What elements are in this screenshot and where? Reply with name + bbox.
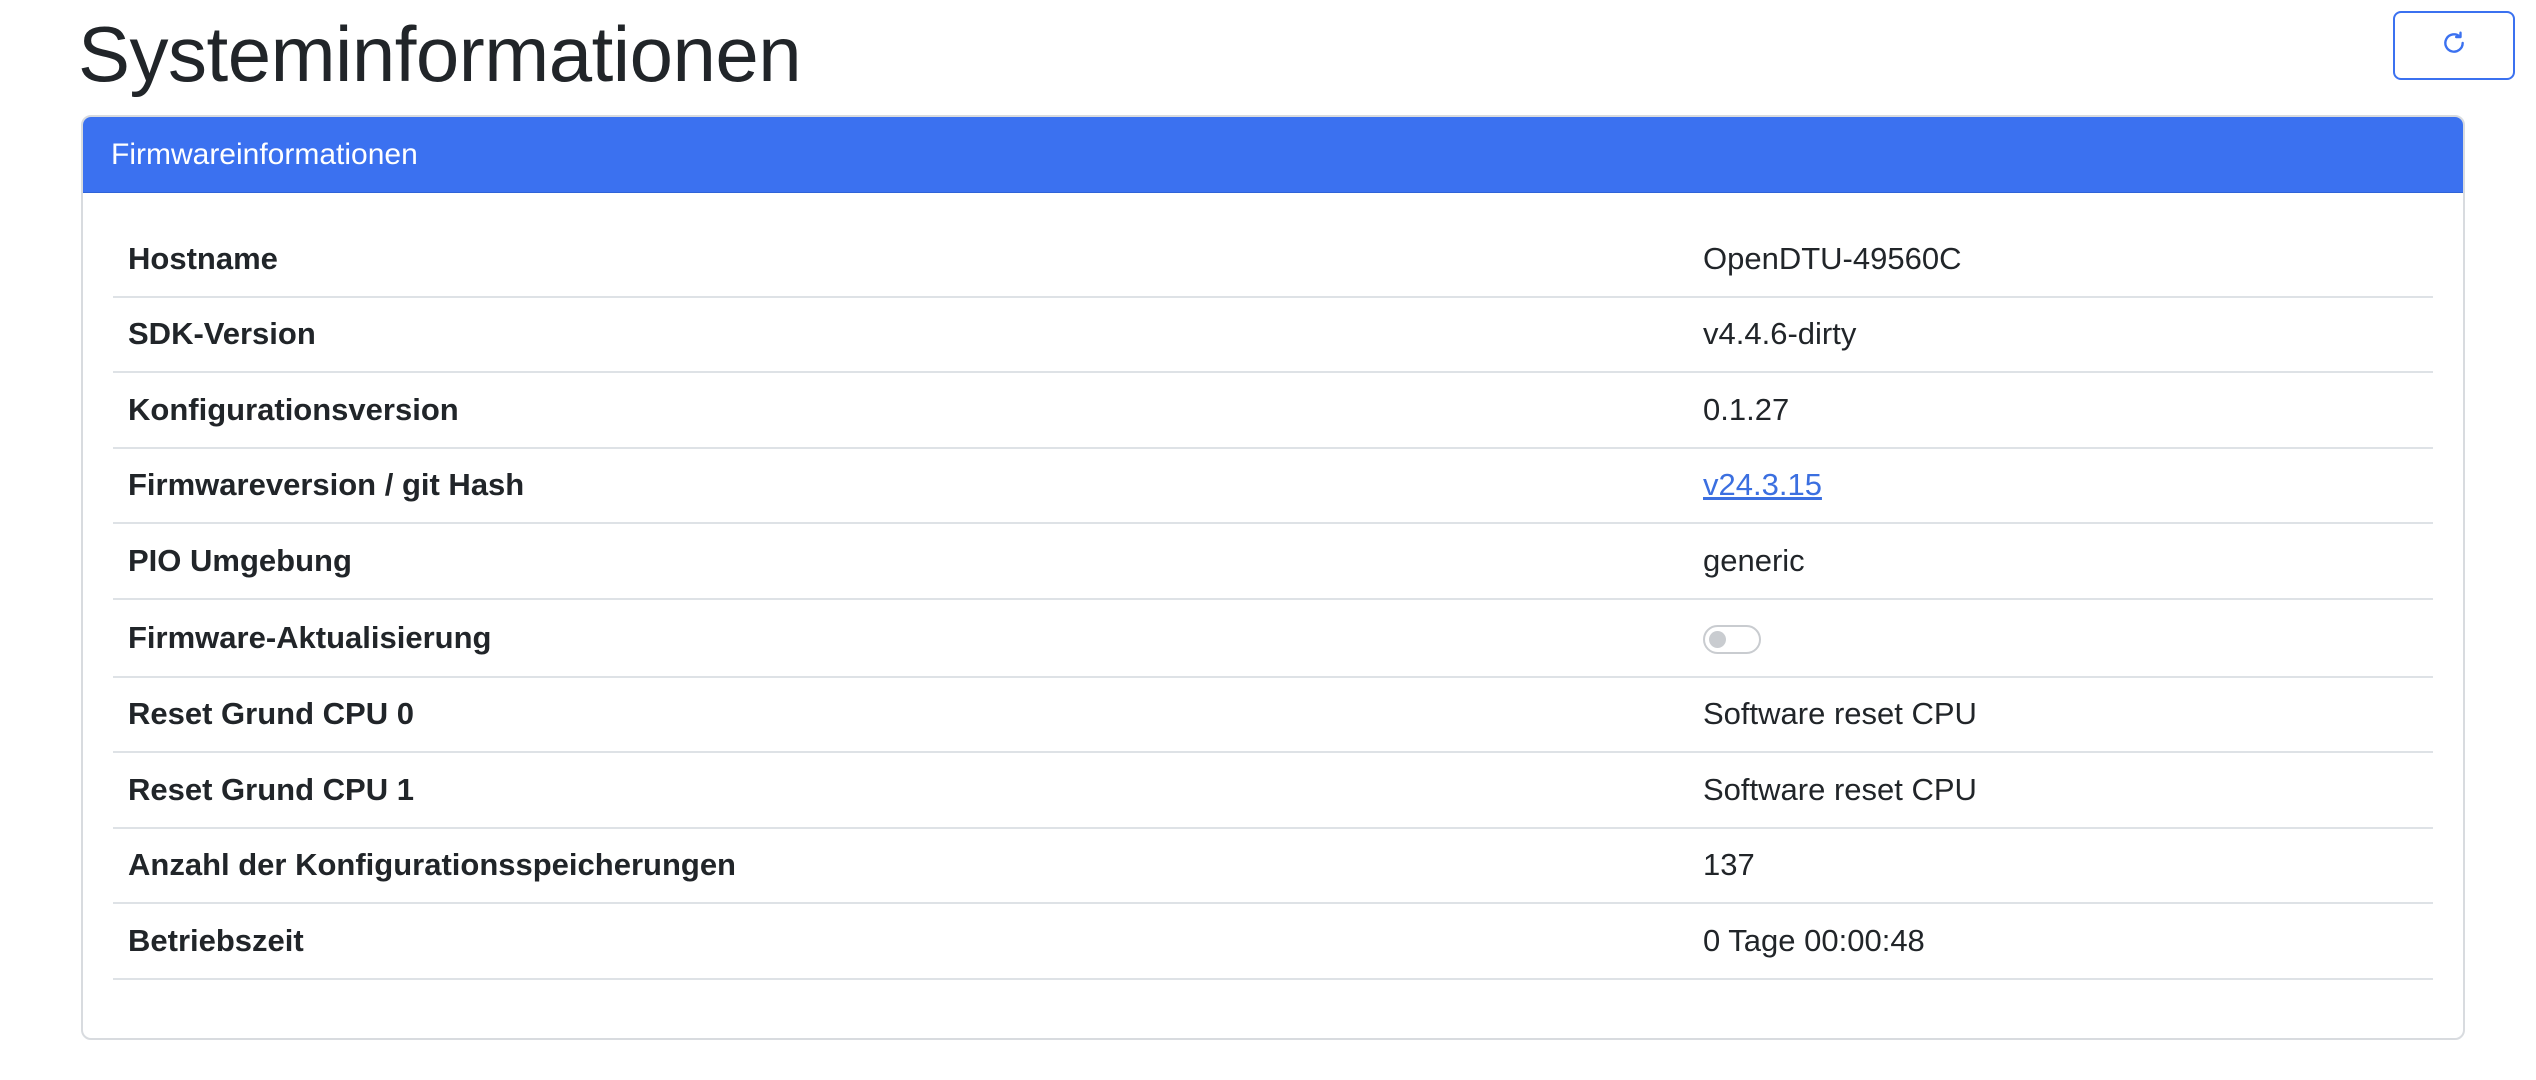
table-row: SDK-Version v4.4.6-dirty: [113, 297, 2433, 372]
row-value-reset-cpu1: Software reset CPU: [1703, 771, 1977, 807]
row-label-firmware-version: Firmwareversion / git Hash: [128, 467, 525, 503]
row-label-config-version: Konfigurationsversion: [128, 391, 459, 427]
row-value-firmware-update: [1688, 599, 2433, 677]
table-row: Anzahl der Konfigurationsspeicherungen 1…: [113, 828, 2433, 903]
table-row: Konfigurationsversion 0.1.27: [113, 372, 2433, 448]
card-header: Firmwareinformationen: [83, 117, 2463, 193]
table-row: Betriebszeit 0 Tage 00:00:48: [113, 903, 2433, 979]
row-value-config-saves: 137: [1703, 847, 1755, 883]
firmware-version-link[interactable]: v24.3.15: [1703, 467, 1822, 502]
card-body: Hostname OpenDTU-49560C SDK-Version v4.4…: [83, 193, 2463, 980]
row-label-reset-cpu1: Reset Grund CPU 1: [128, 771, 414, 807]
toggle-knob: [1709, 630, 1726, 648]
row-value-uptime: 0 Tage 00:00:48: [1703, 922, 1925, 958]
firmware-info-table: Hostname OpenDTU-49560C SDK-Version v4.4…: [113, 222, 2433, 980]
system-info-page: Systeminformationen Firmwareinformatione…: [0, 0, 2536, 1080]
row-label-uptime: Betriebszeit: [128, 922, 304, 958]
row-value-hostname: OpenDTU-49560C: [1703, 240, 1962, 276]
table-row: Reset Grund CPU 0 Software reset CPU: [113, 677, 2433, 752]
row-label-pio-env: PIO Umgebung: [128, 542, 352, 578]
row-value-reset-cpu0: Software reset CPU: [1703, 696, 1977, 732]
refresh-button[interactable]: [2393, 11, 2515, 80]
row-value-pio-env: generic: [1703, 542, 1805, 578]
table-row: Reset Grund CPU 1 Software reset CPU: [113, 752, 2433, 828]
row-label-config-saves: Anzahl der Konfigurationsspeicherungen: [128, 847, 736, 883]
table-row: Firmwareversion / git Hash v24.3.15: [113, 448, 2433, 524]
row-label-sdk-version: SDK-Version: [128, 316, 316, 352]
table-row: Hostname OpenDTU-49560C: [113, 222, 2433, 297]
row-label-reset-cpu0: Reset Grund CPU 0: [128, 696, 414, 732]
row-label-firmware-update: Firmware-Aktualisierung: [128, 619, 492, 655]
table-row: Firmware-Aktualisierung: [113, 599, 2433, 677]
table-row: PIO Umgebung generic: [113, 523, 2433, 599]
row-value-sdk-version: v4.4.6-dirty: [1703, 316, 1857, 352]
firmware-info-card: Firmwareinformationen Hostname OpenDTU-4…: [81, 115, 2465, 1040]
row-value-config-version: 0.1.27: [1703, 391, 1790, 427]
firmware-update-toggle[interactable]: [1703, 624, 1761, 654]
page-title: Systeminformationen: [78, 10, 802, 98]
row-value-firmware-version: v24.3.15: [1688, 448, 2433, 524]
row-label-hostname: Hostname: [128, 240, 278, 276]
refresh-icon: [2441, 30, 2467, 61]
